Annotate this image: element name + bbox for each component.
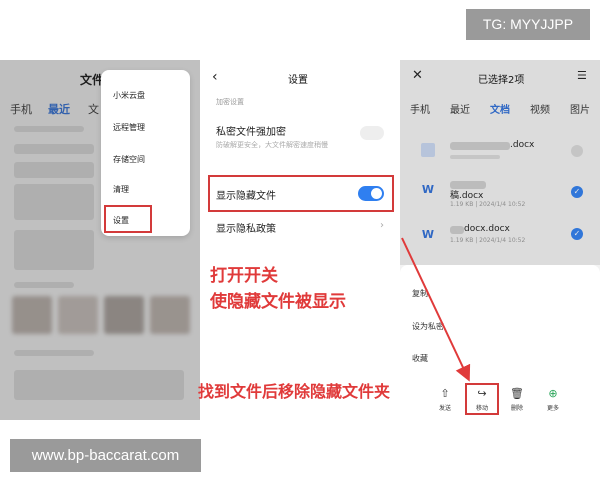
bottom-annotation: 找到文件后移除隐藏文件夹 <box>198 382 391 401</box>
arrow-line <box>401 237 471 382</box>
annotation-arrow <box>401 237 471 382</box>
site-url: www.bp-baccarat.com <box>10 439 201 472</box>
screenshot-root: TG: MYYJJPP 文件 手机 最近 文 小米云盘 远程管理 存储空间 清理… <box>0 0 600 480</box>
